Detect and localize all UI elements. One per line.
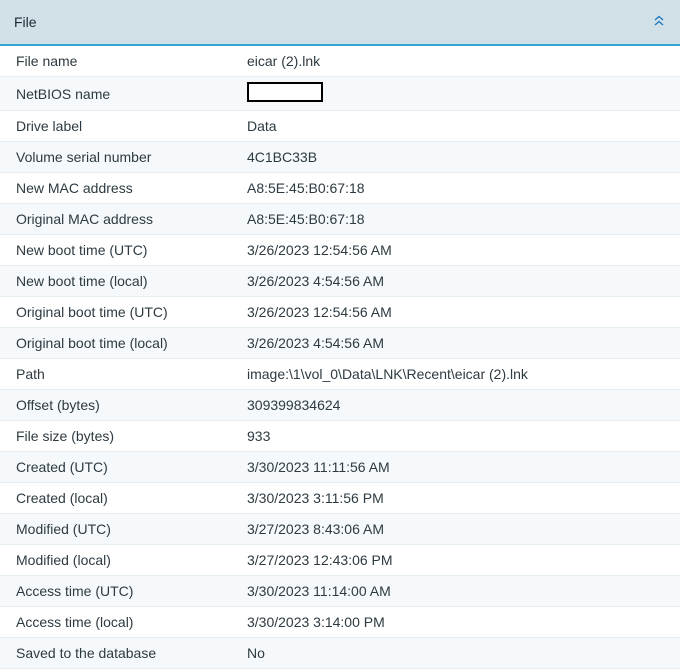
table-row: Volume serial number4C1BC33B — [0, 142, 680, 173]
row-label: Access time (local) — [0, 614, 247, 630]
row-value: 309399834624 — [247, 397, 680, 413]
table-row: Offset (bytes)309399834624 — [0, 390, 680, 421]
row-value: 3/27/2023 12:43:06 PM — [247, 552, 680, 568]
row-label: Original boot time (UTC) — [0, 304, 247, 320]
row-label: Created (local) — [0, 490, 247, 506]
row-label: New MAC address — [0, 180, 247, 196]
table-row: NetBIOS name — [0, 77, 680, 111]
panel-header[interactable]: File — [0, 0, 680, 46]
table-row: Created (UTC)3/30/2023 11:11:56 AM — [0, 452, 680, 483]
redacted-box — [247, 82, 323, 102]
row-label: Modified (local) — [0, 552, 247, 568]
row-value: 3/30/2023 11:11:56 AM — [247, 459, 680, 475]
table-row: File nameeicar (2).lnk — [0, 46, 680, 77]
row-label: Access time (UTC) — [0, 583, 247, 599]
chevron-double-up-icon[interactable] — [652, 14, 666, 30]
row-label: Drive label — [0, 118, 247, 134]
row-label: Volume serial number — [0, 149, 247, 165]
row-value: A8:5E:45:B0:67:18 — [247, 180, 680, 196]
row-label: New boot time (local) — [0, 273, 247, 289]
row-value: image:\1\vol_0\Data\LNK\Recent\eicar (2)… — [247, 366, 680, 382]
row-value: No — [247, 645, 680, 661]
row-label: Original MAC address — [0, 211, 247, 227]
table-row: New boot time (local)3/26/2023 4:54:56 A… — [0, 266, 680, 297]
table-row: Access time (UTC)3/30/2023 11:14:00 AM — [0, 576, 680, 607]
table-row: New MAC addressA8:5E:45:B0:67:18 — [0, 173, 680, 204]
table-row: Original boot time (local)3/26/2023 4:54… — [0, 328, 680, 359]
row-value: 3/26/2023 4:54:56 AM — [247, 335, 680, 351]
file-panel: File File nameeicar (2).lnkNetBIOS nameD… — [0, 0, 680, 669]
row-value: 3/26/2023 12:54:56 AM — [247, 304, 680, 320]
table-row: Pathimage:\1\vol_0\Data\LNK\Recent\eicar… — [0, 359, 680, 390]
row-value: 3/30/2023 3:11:56 PM — [247, 490, 680, 506]
row-label: Saved to the database — [0, 645, 247, 661]
row-label: NetBIOS name — [0, 86, 247, 102]
row-label: Path — [0, 366, 247, 382]
table-row: Modified (local)3/27/2023 12:43:06 PM — [0, 545, 680, 576]
row-label: Offset (bytes) — [0, 397, 247, 413]
row-value: eicar (2).lnk — [247, 53, 680, 69]
row-label: Created (UTC) — [0, 459, 247, 475]
panel-body: File nameeicar (2).lnk NetBIOS name Drive … — [0, 46, 680, 669]
row-label: Original boot time (local) — [0, 335, 247, 351]
table-row: Original boot time (UTC)3/26/2023 12:54:… — [0, 297, 680, 328]
row-value — [247, 82, 680, 105]
row-value: 3/26/2023 4:54:56 AM — [247, 273, 680, 289]
row-value: A8:5E:45:B0:67:18 — [247, 211, 680, 227]
row-label: File size (bytes) — [0, 428, 247, 444]
table-row: Created (local)3/30/2023 3:11:56 PM — [0, 483, 680, 514]
row-value: 3/30/2023 11:14:00 AM — [247, 583, 680, 599]
table-row: Modified (UTC)3/27/2023 8:43:06 AM — [0, 514, 680, 545]
row-label: File name — [0, 53, 247, 69]
row-value: 3/30/2023 3:14:00 PM — [247, 614, 680, 630]
row-value: 933 — [247, 428, 680, 444]
row-value: 3/26/2023 12:54:56 AM — [247, 242, 680, 258]
row-value: 4C1BC33B — [247, 149, 680, 165]
table-row: Access time (local)3/30/2023 3:14:00 PM — [0, 607, 680, 638]
table-row: File size (bytes)933 — [0, 421, 680, 452]
panel-title: File — [14, 14, 37, 30]
table-row: New boot time (UTC)3/26/2023 12:54:56 AM — [0, 235, 680, 266]
table-row: Original MAC addressA8:5E:45:B0:67:18 — [0, 204, 680, 235]
table-row: Saved to the databaseNo — [0, 638, 680, 669]
row-label: New boot time (UTC) — [0, 242, 247, 258]
row-value: Data — [247, 118, 680, 134]
table-row: Drive labelData — [0, 111, 680, 142]
row-value: 3/27/2023 8:43:06 AM — [247, 521, 680, 537]
row-label: Modified (UTC) — [0, 521, 247, 537]
